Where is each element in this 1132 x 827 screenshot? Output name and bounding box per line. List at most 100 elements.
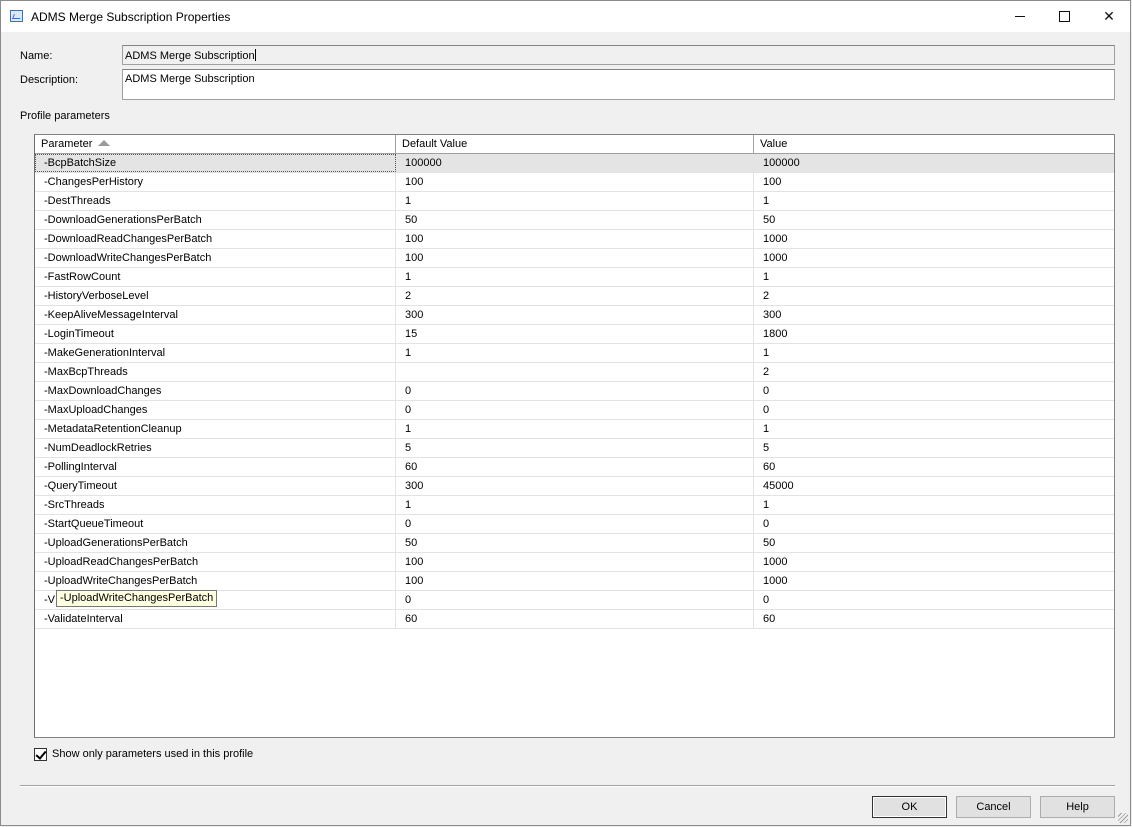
cancel-button[interactable]: Cancel bbox=[956, 796, 1031, 818]
value-cell[interactable]: 1000 bbox=[754, 553, 1114, 571]
table-row[interactable]: -UploadGenerationsPerBatch 50 50 bbox=[35, 534, 1114, 553]
grid-header: Parameter Default Value Value bbox=[35, 135, 1114, 154]
table-row[interactable]: -DownloadGenerationsPerBatch 50 50 bbox=[35, 211, 1114, 230]
value-cell[interactable]: 1 bbox=[754, 496, 1114, 514]
table-row[interactable]: -MaxBcpThreads 2 bbox=[35, 363, 1114, 382]
maximize-button[interactable] bbox=[1041, 1, 1087, 32]
minimize-icon bbox=[1015, 16, 1025, 17]
table-row[interactable]: -MaxDownloadChanges 0 0 bbox=[35, 382, 1114, 401]
table-row[interactable]: -SrcThreads 1 1 bbox=[35, 496, 1114, 515]
help-button[interactable]: Help bbox=[1040, 796, 1115, 818]
value-cell[interactable]: 0 bbox=[754, 401, 1114, 419]
value-cell[interactable]: 1 bbox=[754, 420, 1114, 438]
column-header-label: Default Value bbox=[402, 138, 468, 150]
parameter-cell: -NumDeadlockRetries bbox=[35, 439, 396, 457]
value-cell[interactable]: 100 bbox=[754, 173, 1114, 191]
value-cell[interactable]: 300 bbox=[754, 306, 1114, 324]
default-value-cell: 100 bbox=[396, 173, 754, 191]
table-row[interactable]: -UploadReadChangesPerBatch 100 1000 bbox=[35, 553, 1114, 572]
default-value-cell bbox=[396, 363, 754, 381]
table-row[interactable]: -PollingInterval 60 60 bbox=[35, 458, 1114, 477]
table-row[interactable]: -NumDeadlockRetries 5 5 bbox=[35, 439, 1114, 458]
default-value-cell: 60 bbox=[396, 610, 754, 628]
maximize-icon bbox=[1058, 11, 1070, 22]
table-row[interactable]: -DownloadReadChangesPerBatch 100 1000 bbox=[35, 230, 1114, 249]
resize-grip-icon[interactable] bbox=[1118, 813, 1128, 823]
parameter-cell: -MetadataRetentionCleanup bbox=[35, 420, 396, 438]
value-cell[interactable]: 45000 bbox=[754, 477, 1114, 495]
parameter-cell: -PollingInterval bbox=[35, 458, 396, 476]
value-cell[interactable]: 2 bbox=[754, 363, 1114, 381]
parameter-cell: -DestThreads bbox=[35, 192, 396, 210]
table-row[interactable]: -HistoryVerboseLevel 2 2 bbox=[35, 287, 1114, 306]
table-row[interactable]: -KeepAliveMessageInterval 300 300 bbox=[35, 306, 1114, 325]
value-cell[interactable]: 0 bbox=[754, 591, 1114, 609]
value-cell[interactable]: 60 bbox=[754, 610, 1114, 628]
table-row[interactable]: -QueryTimeout 300 45000 bbox=[35, 477, 1114, 496]
value-cell[interactable]: 5 bbox=[754, 439, 1114, 457]
parameter-cell: -DownloadGenerationsPerBatch bbox=[35, 211, 396, 229]
title-bar[interactable]: ADMS Merge Subscription Properties ✕ bbox=[1, 1, 1130, 32]
column-header-value[interactable]: Value bbox=[754, 135, 1114, 153]
name-label: Name: bbox=[20, 50, 53, 62]
name-field[interactable]: ADMS Merge Subscription bbox=[122, 45, 1115, 65]
sort-ascending-icon bbox=[98, 140, 111, 146]
table-row[interactable]: -UploadWriteChangesPerBatch 100 1000 bbox=[35, 572, 1114, 591]
description-field[interactable]: ADMS Merge Subscription bbox=[122, 69, 1115, 100]
column-header-default-value[interactable]: Default Value bbox=[396, 135, 754, 153]
table-row[interactable]: -BcpBatchSize 100000 100000 bbox=[35, 154, 1114, 173]
value-cell[interactable]: 1000 bbox=[754, 230, 1114, 248]
minimize-button[interactable] bbox=[997, 1, 1043, 32]
default-value-cell: 0 bbox=[396, 591, 754, 609]
value-cell[interactable]: 50 bbox=[754, 534, 1114, 552]
parameter-cell: -DownloadWriteChangesPerBatch bbox=[35, 249, 396, 267]
value-cell[interactable]: 60 bbox=[754, 458, 1114, 476]
ok-button[interactable]: OK bbox=[872, 796, 947, 818]
table-row[interactable]: -DownloadWriteChangesPerBatch 100 1000 bbox=[35, 249, 1114, 268]
profile-parameters-label: Profile parameters bbox=[20, 110, 110, 122]
default-value-cell: 100 bbox=[396, 230, 754, 248]
parameter-cell: -QueryTimeout bbox=[35, 477, 396, 495]
table-row[interactable]: -MakeGenerationInterval 1 1 bbox=[35, 344, 1114, 363]
parameter-cell: -BcpBatchSize bbox=[35, 154, 396, 172]
default-value-cell: 300 bbox=[396, 306, 754, 324]
description-label: Description: bbox=[20, 74, 79, 86]
parameters-grid[interactable]: Parameter Default Value Value -BcpBatchS… bbox=[34, 134, 1115, 738]
table-row[interactable]: -MaxUploadChanges 0 0 bbox=[35, 401, 1114, 420]
default-value-cell: 5 bbox=[396, 439, 754, 457]
table-row[interactable]: -FastRowCount 1 1 bbox=[35, 268, 1114, 287]
table-row[interactable]: -DestThreads 1 1 bbox=[35, 192, 1114, 211]
value-cell[interactable]: 1000 bbox=[754, 572, 1114, 590]
column-header-parameter[interactable]: Parameter bbox=[35, 135, 396, 153]
value-cell[interactable]: 1 bbox=[754, 268, 1114, 286]
description-value: ADMS Merge Subscription bbox=[125, 73, 255, 85]
value-cell[interactable]: 1 bbox=[754, 344, 1114, 362]
value-cell[interactable]: 0 bbox=[754, 515, 1114, 533]
value-cell[interactable]: 50 bbox=[754, 211, 1114, 229]
table-row[interactable]: -ChangesPerHistory 100 100 bbox=[35, 173, 1114, 192]
value-cell[interactable]: 1000 bbox=[754, 249, 1114, 267]
table-row[interactable]: -StartQueueTimeout 0 0 bbox=[35, 515, 1114, 534]
table-row[interactable]: -ValidateInterval 60 60 bbox=[35, 610, 1114, 629]
value-cell[interactable]: 1800 bbox=[754, 325, 1114, 343]
default-value-cell: 1 bbox=[396, 420, 754, 438]
default-value-cell: 1 bbox=[396, 192, 754, 210]
text-caret bbox=[254, 49, 256, 61]
table-row[interactable]: -MetadataRetentionCleanup 1 1 bbox=[35, 420, 1114, 439]
default-value-cell: 1 bbox=[396, 344, 754, 362]
parameter-cell: -KeepAliveMessageInterval bbox=[35, 306, 396, 324]
table-row[interactable]: -LoginTimeout 15 1800 bbox=[35, 325, 1114, 344]
close-button[interactable]: ✕ bbox=[1086, 1, 1130, 32]
value-cell[interactable]: 1 bbox=[754, 192, 1114, 210]
value-cell[interactable]: 2 bbox=[754, 287, 1114, 305]
value-cell[interactable]: 0 bbox=[754, 382, 1114, 400]
parameter-cell: -MaxUploadChanges bbox=[35, 401, 396, 419]
default-value-cell: 60 bbox=[396, 458, 754, 476]
show-only-used-checkbox[interactable] bbox=[34, 748, 47, 761]
show-only-used-label[interactable]: Show only parameters used in this profil… bbox=[52, 748, 253, 760]
value-cell[interactable]: 100000 bbox=[754, 154, 1114, 172]
parameter-cell: -MaxDownloadChanges bbox=[35, 382, 396, 400]
default-value-cell: 0 bbox=[396, 382, 754, 400]
default-value-cell: 0 bbox=[396, 515, 754, 533]
parameter-cell: -UploadReadChangesPerBatch bbox=[35, 553, 396, 571]
